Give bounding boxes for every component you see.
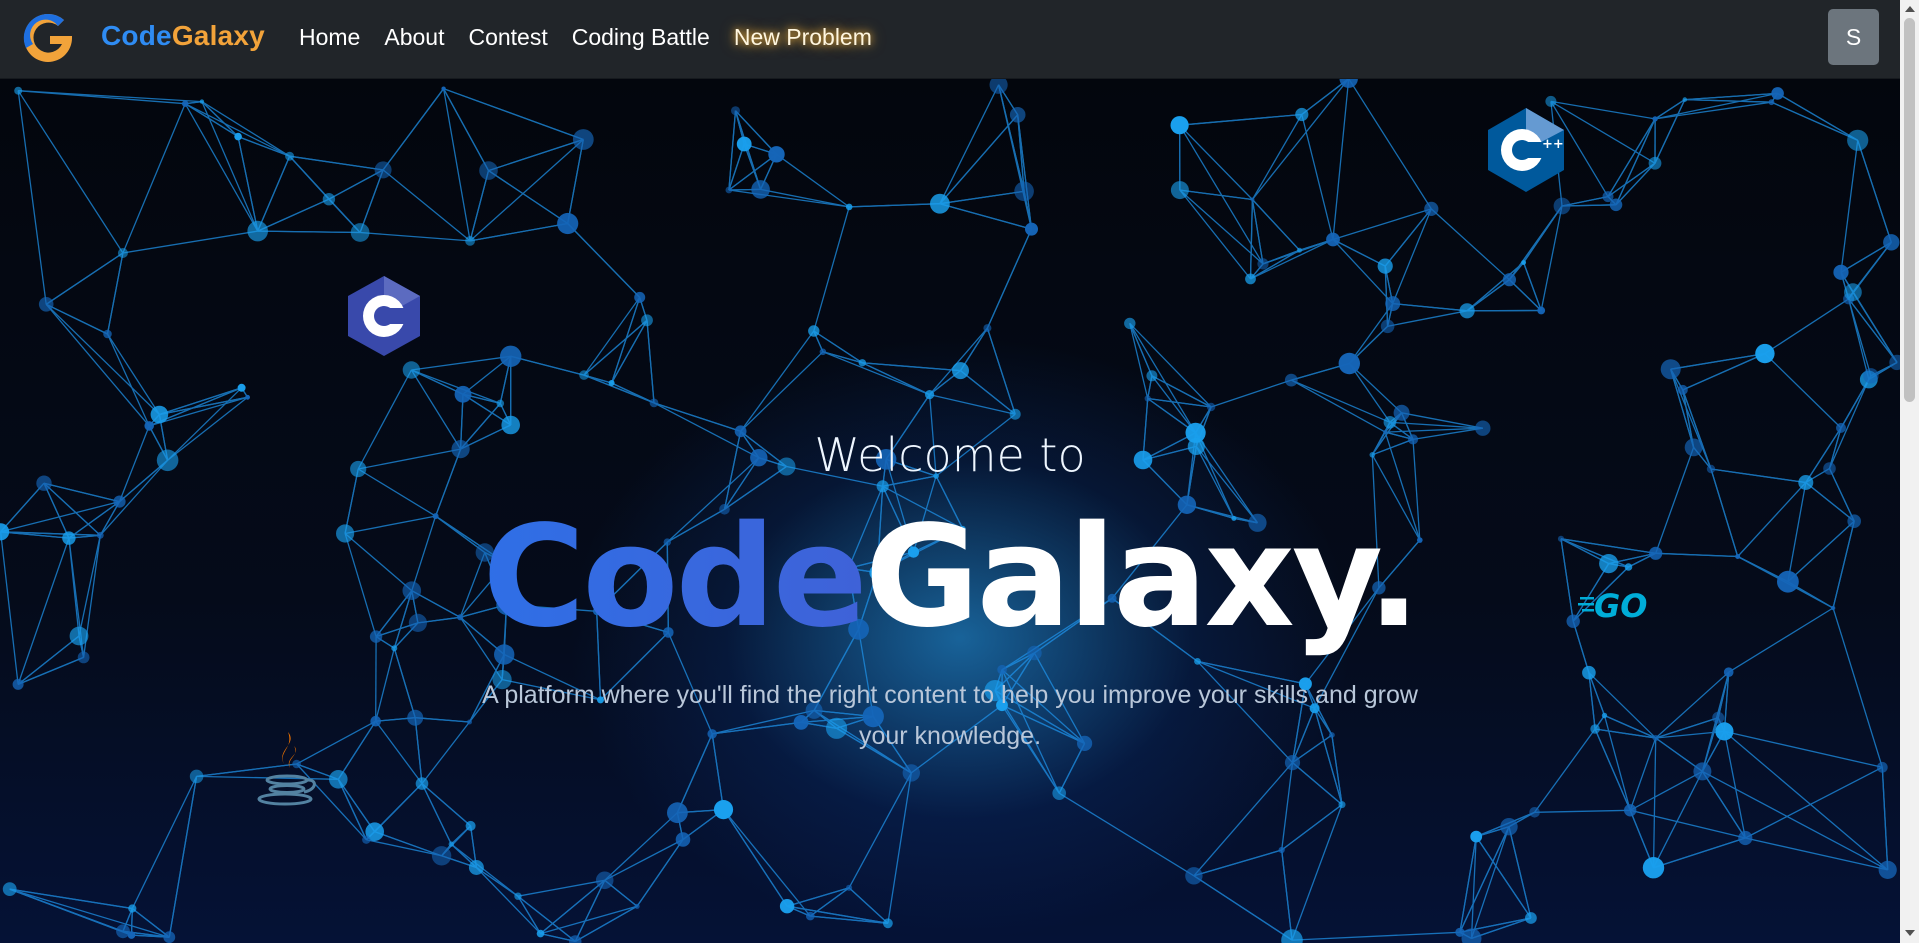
c-language-icon <box>346 274 422 363</box>
page-scrollbar[interactable] <box>1900 0 1919 943</box>
hero-title-galaxy: Galaxy. <box>864 496 1421 659</box>
nav-new-problem-link[interactable]: New Problem <box>734 24 872 51</box>
welcome-heading: Welcome to <box>814 428 1086 482</box>
brand-code: Code <box>101 20 172 51</box>
brand-name[interactable]: CodeGalaxy <box>101 20 265 52</box>
hero-section: ++ GO Welcome to CodeGalaxy. A platform … <box>0 78 1900 943</box>
scroll-down-arrow-icon[interactable] <box>1905 930 1915 936</box>
nav-contest-link[interactable]: Contest <box>468 24 547 51</box>
top-navbar: CodeGalaxy Home About Contest Coding Bat… <box>0 0 1900 79</box>
user-avatar-button[interactable]: S <box>1828 9 1879 65</box>
codegalaxy-logo-icon[interactable] <box>18 8 78 68</box>
cpp-language-icon: ++ <box>1486 106 1566 199</box>
scrollbar-thumb[interactable] <box>1904 18 1915 402</box>
java-language-icon <box>254 728 320 819</box>
nav-about-link[interactable]: About <box>384 24 444 51</box>
hero-tagline: A platform where you'll find the right c… <box>482 681 1418 750</box>
nav-links: Home About Contest Coding Battle New Pro… <box>299 24 896 51</box>
hero-title-code: Code <box>482 496 868 659</box>
brand-galaxy: Galaxy <box>171 20 265 51</box>
nav-home-link[interactable]: Home <box>299 24 360 51</box>
svg-text:++: ++ <box>1542 137 1564 152</box>
hero-title: CodeGalaxy. <box>0 508 1900 648</box>
nav-coding-battle-link[interactable]: Coding Battle <box>572 24 710 51</box>
scroll-up-arrow-icon[interactable] <box>1905 6 1915 12</box>
